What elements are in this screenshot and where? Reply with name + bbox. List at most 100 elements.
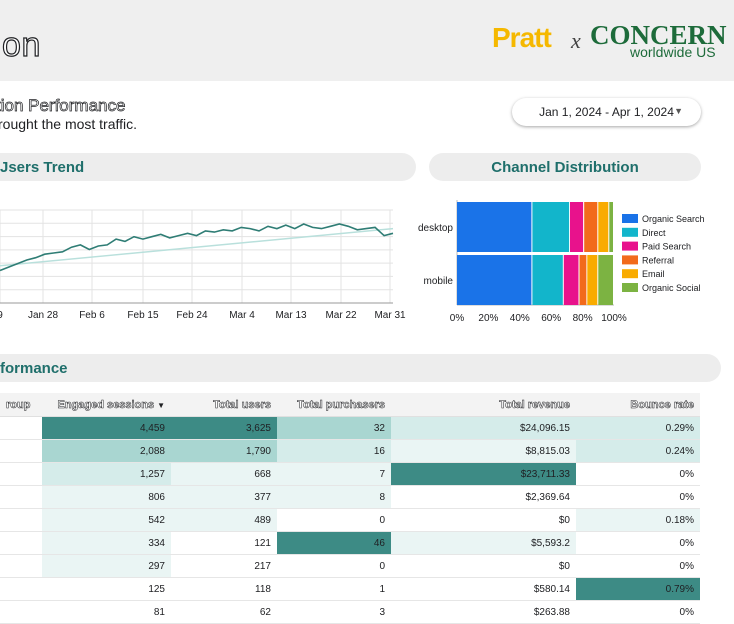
legend-swatch [622,227,638,237]
bar-segments [457,202,613,305]
table-cell: $263.88 [391,600,576,624]
table-cell: 1,257 [42,462,171,486]
table-cell: 0% [576,462,700,486]
table-cell: 3,625 [171,416,277,440]
bar-category-label: desktop [418,223,453,234]
section-users-trend: Jsers Trend [0,153,416,181]
table-cell: $23,711.33 [391,462,576,486]
table-cell: 0.79% [576,577,700,601]
bar-segment [598,255,613,305]
section-performance: formance [0,354,721,382]
table-cell: $24,096.15 [391,416,576,440]
table-cell: 0 [277,508,391,532]
table-cell: 1 [277,577,391,601]
date-range-label: Jan 1, 2024 - Apr 1, 2024 [539,105,674,119]
legend-swatch [622,283,638,292]
logo-separator: x [571,28,581,53]
table-cell: 32 [277,416,391,440]
table-cell: 0% [576,554,700,578]
channel-distribution-bar-chart: desktop mobile 0% 20% 40% 60% 80% 100% Organic… [418,200,705,324]
table-cell: 0.18% [576,508,700,532]
chart-gridlines [0,209,393,304]
brand-logo: Pratt x CONCERN worldwide US [492,18,732,66]
table-cell: 0 [277,554,391,578]
bar-category-labels: desktop mobile [418,223,453,287]
column-header-total-revenue[interactable]: Total revenue [391,393,576,417]
table-row: 806 377 8 $2,369.64 0% [0,485,700,509]
table-cell [0,531,42,555]
x-tick-label: Mar 31 [374,310,406,321]
legend-label: Paid Search [642,242,691,252]
date-range-picker[interactable]: Jan 1, 2024 - Apr 1, 2024 ▼ [512,98,701,126]
column-header-engaged-sessions[interactable]: Engaged sessions ▼ [42,393,171,417]
table-row: 334 121 46 $5,593.2 0% [0,531,700,555]
x-tick-label: Feb 6 [79,310,105,321]
bar-x-tick-label: 100% [601,313,627,324]
x-tick-label: 9 [0,310,3,321]
table-cell: 4,459 [42,416,171,440]
table-row: 1,257 668 7 $23,711.33 0% [0,462,700,486]
bar-x-tick-labels: 0% 20% 40% 60% 80% 100% [450,313,627,324]
chart-legend: Organic Search Direct Paid Search Referral E… [622,214,705,293]
table-cell: $0 [391,508,576,532]
report-subtitle: tion Performance [0,96,126,116]
users-trend-line-chart: 9 Jan 28 Feb 6 Feb 15 Feb 24 Mar 4 Mar 13 Mar 2… [0,209,406,321]
report-header: ion Pratt x CONCERN worldwide US [0,0,734,81]
section-title-performance: formance [0,359,68,377]
section-title-channel-distribution: Channel Distribution [491,158,639,176]
sort-desc-icon[interactable]: ▼ [157,401,165,410]
table-cell: 668 [171,462,277,486]
legend-swatch [622,241,638,251]
logo-worldwide-text: worldwide US [630,44,716,60]
x-tick-label: Jan 28 [28,310,58,321]
column-header-bounce-rate[interactable]: Bounce rate [576,393,700,417]
bar-category-label: mobile [424,276,454,287]
x-tick-label: Feb 15 [127,310,159,321]
table-cell: 0% [576,531,700,555]
table-row: 4,459 3,625 32 $24,096.15 0.29% [0,416,700,440]
table-cell: 542 [42,508,171,532]
x-tick-label: Feb 24 [176,310,208,321]
table-row: 542 489 0 $0 0.18% [0,508,700,532]
bar-segment [532,202,570,252]
table-cell: 377 [171,485,277,509]
performance-table: roup Engaged sessions ▼ Total users Total… [0,393,700,624]
table-cell [0,485,42,509]
table-cell: 806 [42,485,171,509]
column-header-total-users[interactable]: Total users [171,393,277,417]
table-cell: 1,790 [171,439,277,463]
report-description: rought the most traffic. [0,116,138,132]
table-cell: 16 [277,439,391,463]
bar-x-tick-label: 40% [510,313,530,324]
table-row: 297 217 0 $0 0% [0,554,700,578]
table-row: 125 118 1 $580.14 0.79% [0,577,700,601]
table-cell: 0.24% [576,439,700,463]
table-cell: 121 [171,531,277,555]
table-cell: 0% [576,600,700,624]
table-cell [0,600,42,624]
bar-x-tick-label: 60% [541,313,561,324]
x-tick-label: Mar 22 [325,310,357,321]
table-cell: 81 [42,600,171,624]
column-header-total-purchasers[interactable]: Total purchasers [277,393,391,417]
bar-segment [584,202,598,252]
table-cell: 297 [42,554,171,578]
table-cell: $8,815.03 [391,439,576,463]
table-cell: 0.29% [576,416,700,440]
table-cell: 489 [171,508,277,532]
table-row: 81 62 3 $263.88 0% [0,600,700,624]
x-axis-tick-labels: 9 Jan 28 Feb 6 Feb 15 Feb 24 Mar 4 Mar 13 Mar 2… [0,310,406,321]
column-header-group[interactable]: roup [0,393,42,417]
table-cell: 217 [171,554,277,578]
x-tick-label: Mar 13 [275,310,307,321]
table-row: 2,088 1,790 16 $8,815.03 0.24% [0,439,700,463]
bar-segment [457,202,532,252]
table-cell: 125 [42,577,171,601]
column-header-label: Engaged sessions [57,398,155,411]
bar-segment [579,255,587,305]
table-cell [0,462,42,486]
table-cell: 334 [42,531,171,555]
performance-table-container: roup Engaged sessions ▼ Total users Total… [0,393,700,624]
table-cell: 62 [171,600,277,624]
bar-segment [457,255,532,305]
